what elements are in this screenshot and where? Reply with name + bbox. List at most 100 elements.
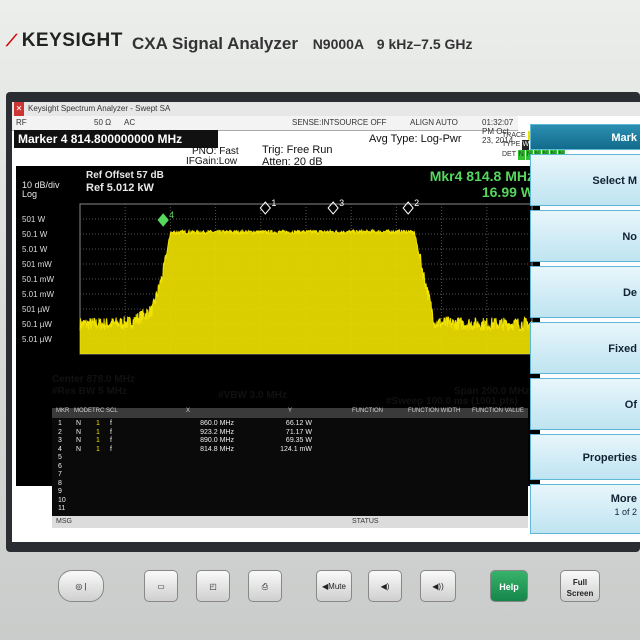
table-row: 7: [54, 471, 520, 479]
marker-title: Marker 4 814.800000000 MHz: [14, 130, 218, 148]
power-button[interactable]: ◎ |: [58, 570, 104, 602]
marker-4-label: 4: [169, 210, 174, 220]
row-y-value: 124.1 mW: [280, 445, 312, 453]
status-source: SOURCE OFF: [334, 118, 387, 127]
y-tick-label: 50.1 W: [22, 230, 48, 239]
zoom-window-icon: ◰: [209, 582, 217, 591]
status-label: STATUS: [352, 518, 379, 525]
row-x-value: 923.2 MHz: [200, 428, 234, 436]
row-x-value: 890.0 MHz: [200, 437, 234, 444]
volume-up-button[interactable]: ◀)): [420, 570, 456, 602]
row-number: 3: [58, 437, 62, 444]
model-number: N9000A: [312, 36, 365, 52]
type-label: TYPE: [502, 141, 521, 148]
help-button[interactable]: Help: [490, 570, 528, 602]
marker-2-label: 2: [414, 198, 419, 208]
row-number: 6: [58, 462, 62, 470]
row-number: 11: [58, 505, 66, 512]
col-y: Y: [288, 408, 293, 414]
row-y-value: 71.17 W: [285, 428, 312, 436]
y-tick-label: 5.01 µW: [22, 335, 52, 344]
col-scl: SCL: [106, 408, 118, 414]
softkey-panel: Mark Select M No De Fixed Of Properties …: [530, 122, 640, 542]
row-scl: f: [110, 437, 112, 444]
window-select-button[interactable]: ▭: [144, 570, 178, 602]
printer-icon: ⎙: [261, 582, 269, 591]
row-trc: 1: [96, 437, 100, 444]
status-coupling: AC: [124, 118, 136, 127]
instrument-bezel: ⟋ KEYSIGHT CXA Signal Analyzer N9000A 9 k…: [0, 0, 640, 640]
table-row: 2 923.2 MHz 71.17 W N 1 f: [54, 429, 520, 437]
zoom-button[interactable]: ◰: [196, 570, 230, 602]
mute-button[interactable]: ◀Mute: [316, 570, 352, 602]
row-number: 10: [58, 496, 66, 504]
det-label: DET: [502, 151, 516, 158]
model-name: CXA Signal Analyzer: [132, 34, 298, 53]
row-y-value: 69.35 W: [285, 437, 312, 444]
col-function: FUNCTION: [352, 408, 383, 414]
res-bw: #Res BW 5 MHz: [52, 386, 128, 397]
y-tick-label: 501 mW: [22, 260, 52, 269]
marker-3-label: 3: [339, 198, 344, 208]
row-trc: 1: [96, 420, 100, 427]
table-row: 1 860.0 MHz 66.12 W N 1 f: [54, 420, 520, 428]
status-impedance: 50 Ω: [94, 118, 112, 127]
full-screen-label-2: Screen: [566, 589, 594, 598]
row-number: 5: [58, 454, 62, 461]
table-row: 9: [54, 488, 520, 496]
full-screen-label-1: Full: [572, 578, 588, 587]
row-scl: f: [110, 445, 112, 453]
col-x: X: [186, 408, 191, 414]
softkey-menu-title: Mark: [530, 124, 640, 150]
table-row: 8: [54, 480, 520, 488]
softkey-more[interactable]: More 1 of 2: [530, 484, 640, 534]
table-row: 3 890.0 MHz 69.35 W N 1 f: [54, 437, 520, 445]
row-mode: N: [76, 420, 82, 427]
type-1: W: [522, 140, 530, 150]
speaker-high-icon: ◀)): [432, 582, 444, 591]
col-trc: TRC: [92, 408, 105, 414]
mute-label: Mute: [328, 582, 346, 591]
y-tick-label: 501 µW: [22, 305, 50, 314]
trig-label: Trig: Free Run: [262, 144, 333, 156]
row-number: 2: [58, 428, 62, 436]
col-function-width: FUNCTION WIDTH: [408, 408, 461, 414]
brand-logo: ⟋ KEYSIGHT: [6, 30, 123, 52]
row-mode: N: [76, 445, 82, 453]
full-screen-button[interactable]: Full Screen: [560, 570, 600, 602]
softkey-off[interactable]: Of: [530, 378, 640, 430]
softkey-delta[interactable]: De: [530, 266, 640, 318]
status-rf: RF: [16, 118, 27, 127]
sweep: #Sweep 100.0 ms (1001 pts): [386, 396, 518, 407]
status-sense: SENSE:INT: [292, 118, 335, 127]
center-freq: Center 878.0 MHz: [52, 374, 135, 385]
volume-down-button[interactable]: ◀): [368, 570, 402, 602]
softkey-properties[interactable]: Properties: [530, 434, 640, 480]
row-mode: N: [76, 428, 82, 436]
row-x-value: 814.8 MHz: [200, 445, 234, 453]
softkey-normal[interactable]: No: [530, 210, 640, 262]
print-button[interactable]: ⎙: [248, 570, 282, 602]
row-scl: f: [110, 428, 112, 436]
softkey-fixed[interactable]: Fixed: [530, 322, 640, 374]
y-tick-label: 50.1 µW: [22, 320, 52, 329]
window-title: Keysight Spectrum Analyzer - Swept SA: [28, 104, 171, 113]
brand-name: KEYSIGHT: [21, 30, 123, 51]
split-window-icon: ▭: [157, 582, 165, 591]
row-number: 9: [58, 488, 62, 495]
table-row: 10: [54, 497, 520, 505]
table-row: 5: [54, 454, 520, 462]
row-number: 7: [58, 471, 62, 478]
marker-4-diamond[interactable]: [157, 213, 169, 227]
y-tick-label: 50.1 mW: [22, 275, 54, 284]
marker-table: MKR MODE TRC SCL X Y FUNCTION FUNCTION W…: [52, 408, 528, 528]
table-row: 6: [54, 463, 520, 471]
row-x-value: 860.0 MHz: [200, 420, 234, 427]
y-tick-label: 5.01 W: [22, 245, 48, 254]
msg-bar: MSG STATUS: [52, 516, 528, 528]
softkey-select-marker[interactable]: Select M: [530, 154, 640, 206]
status-row: RF 50 Ω AC SENSE:INT SOURCE OFF ALIGN AU…: [12, 116, 518, 145]
col-mkr: MKR: [56, 408, 70, 414]
freq-range: 9 kHz–7.5 GHz: [376, 36, 473, 52]
display-screen: ✕ Keysight Spectrum Analyzer - Swept SA R…: [12, 102, 640, 542]
